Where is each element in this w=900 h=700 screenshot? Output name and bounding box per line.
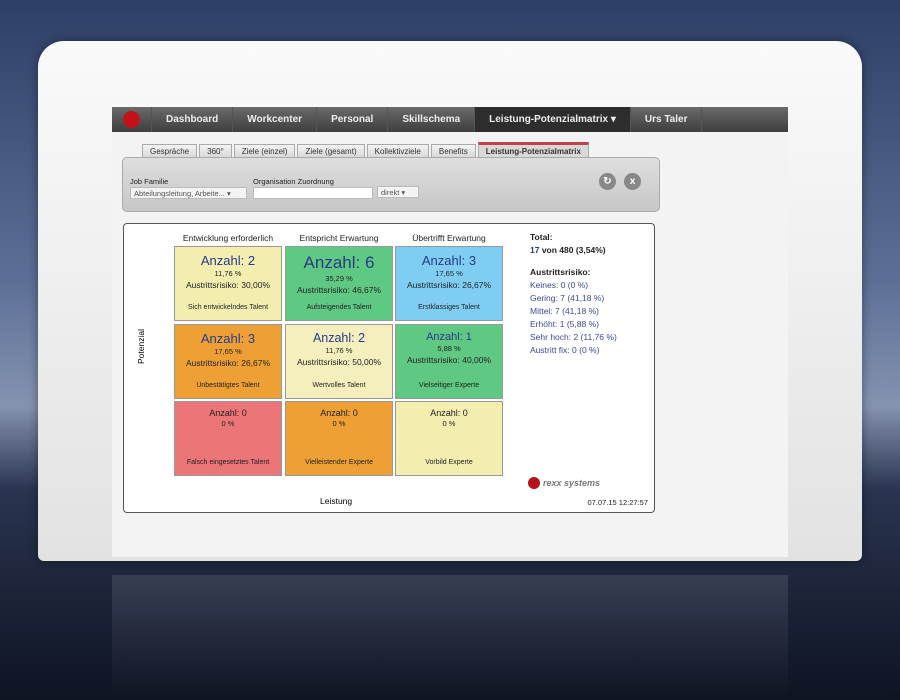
total-value: 17 von 480 (3,54%) [530, 245, 617, 255]
summary: Total: 17 von 480 (3,54%) Austrittsrisik… [530, 232, 617, 355]
matrix-cell[interactable]: Anzahl: 00 % Vielleistender Experte [285, 401, 393, 476]
cell-risk: Austrittsrisiko: 26,67% [406, 280, 492, 290]
x-axis-label: Leistung [320, 496, 353, 506]
cell-count: Anzahl: 3 [200, 331, 256, 346]
cell-percent: 35,29 % [325, 274, 353, 283]
risk-link[interactable]: Gering: 7 (41,18 %) [530, 293, 617, 303]
cell-count: Anzahl: 2 [312, 331, 366, 345]
nav-item[interactable]: Personal [317, 107, 389, 132]
matrix-cell[interactable]: Anzahl: 2 11,76 % Austrittsrisiko: 30,00% S… [174, 246, 282, 321]
cell-risk: Austrittsrisiko: 40,00% [406, 355, 492, 365]
org-input[interactable] [253, 187, 373, 199]
cell-count: Anzahl: 6 [303, 253, 375, 272]
nav-item[interactable]: Workcenter [233, 107, 318, 132]
top-nav: Dashboard Workcenter Personal Skillschema Le… [112, 107, 788, 132]
app-logo[interactable] [112, 107, 152, 132]
timestamp: 07.07.15 12:27:57 [587, 498, 648, 507]
risk-link[interactable]: Austritt fix: 0 (0 %) [530, 345, 617, 355]
rexx-logo: rexx systems [528, 477, 600, 489]
cell-count: Anzahl: 2 [200, 253, 256, 268]
cell-name: Wertvolles Talent [312, 382, 366, 389]
rexx-logo-icon [528, 477, 540, 489]
matrix-cell[interactable]: Anzahl: 1 5,88 % Austrittsrisiko: 40,00% Vi… [395, 324, 503, 399]
cell-name: Sich entwickelndes Talent [187, 304, 269, 311]
cell-percent: 0 % [442, 419, 456, 428]
column-header: Entspricht Erwartung [299, 233, 379, 243]
cell-risk: Austrittsrisiko: 46,67% [296, 285, 382, 295]
tab[interactable]: Benefits [430, 144, 476, 157]
column-header: Übertrifft Erwartung [412, 233, 486, 243]
logo-icon [123, 111, 140, 128]
cell-percent: 11,76 % [214, 269, 242, 278]
nav-item[interactable]: Dashboard [152, 107, 234, 132]
matrix-panel: Potenzial Leistung Total: 17 von 480 (3,… [123, 223, 655, 513]
mode-select[interactable]: direkt ▾ [377, 186, 419, 198]
cell-name: Aufsteigendes Talent [306, 304, 372, 311]
risk-link[interactable]: Mittel: 7 (41,18 %) [530, 306, 617, 316]
total-rest: von 480 (3,54%) [539, 245, 606, 255]
nav-item[interactable]: Leistung-Potenzialmatrix ▾ [475, 107, 631, 132]
cell-percent: 17,65 % [435, 269, 463, 278]
cell-risk: Austrittsrisiko: 26,67% [185, 358, 271, 368]
cell-risk: Austrittsrisiko: 50,00% [296, 357, 382, 367]
cell-percent: 17,65 % [214, 347, 242, 356]
tab[interactable]: 360° [199, 144, 232, 157]
cell-risk: Austrittsrisiko: 30,00% [185, 280, 271, 290]
risk-label: Austrittsrisiko: [530, 267, 591, 277]
cell-name: Vielleistender Experte [305, 459, 373, 466]
tab[interactable]: Gespräche [142, 144, 198, 157]
matrix-cell[interactable]: Anzahl: 2 11,76 % Austrittsrisiko: 50,00% W… [285, 324, 393, 399]
cell-count: Anzahl: 0 [430, 408, 468, 418]
cell-count: Anzahl: 0 [209, 408, 247, 418]
matrix-cell[interactable]: Anzahl: 3 17,65 % Austrittsrisiko: 26,67% E… [395, 246, 503, 321]
job-family-label: Job Familie [130, 177, 169, 186]
brand-text: rexx systems [543, 478, 601, 488]
cell-name: Unbestätigtes Talent [196, 382, 260, 389]
cell-percent: 0 % [221, 419, 235, 428]
matrix-cell[interactable]: Anzahl: 3 17,65 % Austrittsrisiko: 26,67% U… [174, 324, 282, 399]
cell-count: Anzahl: 3 [421, 253, 477, 268]
matrix-cell[interactable]: Anzahl: 6 35,29 % Austrittsrisiko: 46,67% A… [285, 246, 393, 321]
risk-link[interactable]: Sehr hoch: 2 (11,76 %) [530, 332, 617, 342]
risk-link[interactable]: Erhöht: 1 (5,88 %) [530, 319, 617, 329]
matrix-cell[interactable]: Anzahl: 00 % Falsch eingesetztes Talent [174, 401, 282, 476]
y-axis-label: Potenzial [136, 329, 146, 364]
cell-count: Anzahl: 1 [426, 331, 472, 343]
cell-count: Anzahl: 0 [320, 408, 358, 418]
column-header: Entwicklung erforderlich [182, 233, 274, 243]
refresh-button[interactable]: ↻ [599, 173, 616, 190]
risk-link[interactable]: Keines: 0 (0 %) [530, 280, 617, 290]
matrix-cell[interactable]: Anzahl: 00 % Vorbild Experte [395, 401, 503, 476]
cell-percent: 5,88 % [437, 344, 461, 353]
org-label: Organisation Zuordnung [253, 177, 334, 186]
cell-percent: 0 % [332, 419, 346, 428]
tab[interactable]: Ziele (einzel) [233, 144, 296, 157]
app-screen: Dashboard Workcenter Personal Skillschema Le… [112, 107, 788, 557]
total-label: Total: [530, 232, 553, 242]
close-button[interactable]: x [624, 173, 641, 190]
reflection [112, 575, 788, 700]
cell-percent: 11,76 % [325, 346, 353, 355]
nav-item[interactable]: Skillschema [388, 107, 476, 132]
tab[interactable]: Kollektivziele [366, 144, 429, 157]
cell-name: Vorbild Experte [425, 459, 473, 466]
job-family-select[interactable]: Abteilungsleitung, Arbeite... ▾ [130, 187, 247, 199]
sub-tabs: Gespräche 360° Ziele (einzel) Ziele (gesamt… [142, 142, 589, 157]
tab[interactable]: Leistung-Potenzialmatrix [477, 142, 589, 157]
cell-name: Erstklassiges Talent [418, 304, 480, 311]
cell-name: Falsch eingesetztes Talent [186, 459, 270, 466]
tab[interactable]: Ziele (gesamt) [297, 144, 365, 157]
filter-panel: Job Familie Abteilungsleitung, Arbeite..… [122, 157, 660, 212]
cell-name: Vielseitiger Experte [418, 382, 480, 389]
nav-item[interactable]: Urs Taler [631, 107, 703, 132]
